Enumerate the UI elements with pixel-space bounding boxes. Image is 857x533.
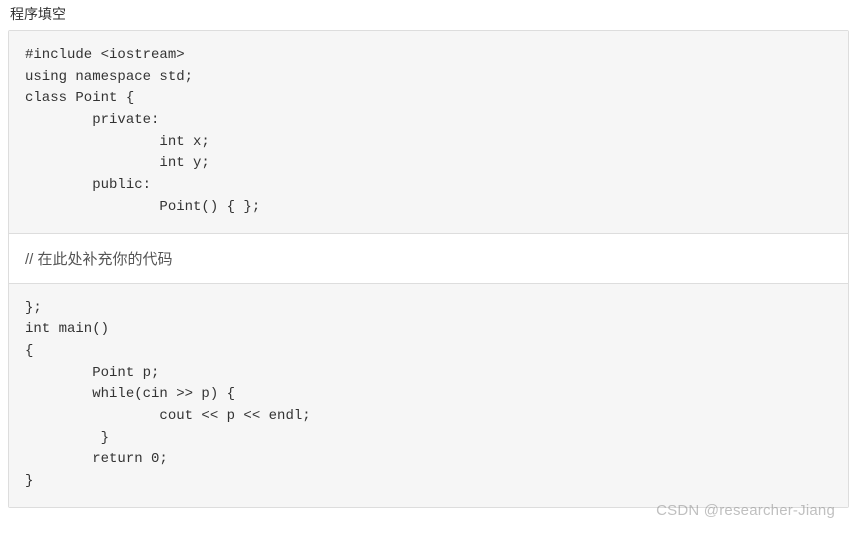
fill-comment: // 在此处补充你的代码	[9, 233, 848, 284]
code-block-bottom: }; int main() { Point p; while(cin >> p)…	[9, 284, 848, 507]
code-container: #include <iostream> using namespace std;…	[8, 30, 849, 508]
code-block-top: #include <iostream> using namespace std;…	[9, 31, 848, 233]
page-title: 程序填空	[8, 4, 849, 24]
